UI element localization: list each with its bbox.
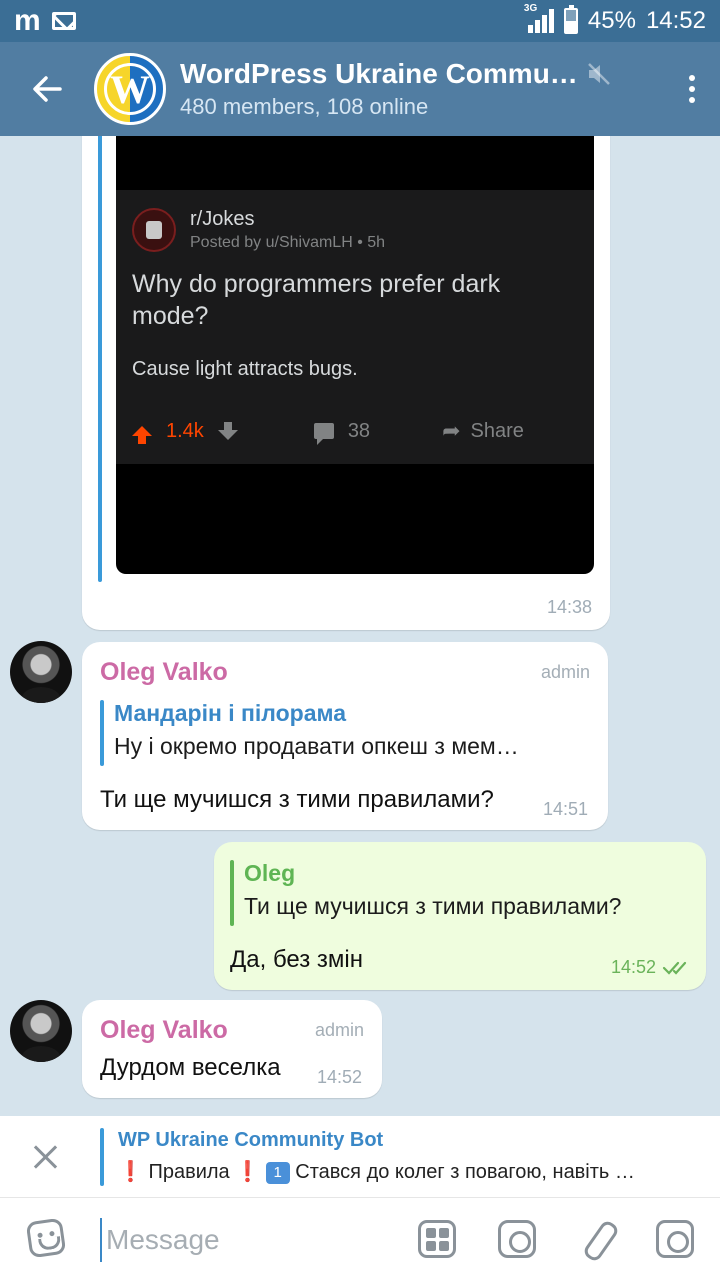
- group-avatar[interactable]: W: [94, 53, 166, 125]
- sticker-icon[interactable]: [25, 1217, 67, 1259]
- double-check-icon: [662, 961, 687, 975]
- back-button[interactable]: [0, 42, 94, 136]
- keycap-one-icon: 1: [265, 1161, 290, 1184]
- post-title: Why do programmers prefer dark mode?: [132, 270, 501, 330]
- chat-title: WordPress Ukraine Commu…: [180, 58, 578, 89]
- reply-sender: Oleg: [244, 860, 296, 886]
- message-time: 14:38: [546, 597, 592, 617]
- clock: 14:52: [645, 7, 706, 34]
- sender-name[interactable]: Oleg Valko: [100, 1016, 228, 1045]
- status-bar: m 3G 45% 14:52: [0, 0, 720, 42]
- admin-badge: admin: [540, 662, 590, 682]
- more-options-button[interactable]: [664, 42, 720, 136]
- pinned-rule-text: Стався до колег з повагою, навіть …: [295, 1161, 635, 1183]
- downvote-icon: [217, 422, 238, 440]
- reply-quote[interactable]: Oleg Ти ще мучишся з тими правилами?: [230, 860, 690, 926]
- share-label: Share: [470, 419, 524, 442]
- exclamation-icon: ❗: [118, 1161, 143, 1183]
- attach-icon[interactable]: [580, 1220, 618, 1258]
- upvote-count: 1.4k: [166, 419, 204, 442]
- mail-icon: [51, 12, 76, 30]
- post-body: Cause light attracts bugs.: [132, 358, 358, 380]
- message-text: Ти ще мучишся з тими правилами?: [100, 786, 494, 813]
- pinned-bar: [100, 1128, 104, 1186]
- reddit-screenshot[interactable]: r/Jokes Posted by u/ShivamLH • 5h Why do…: [116, 136, 594, 574]
- comment-icon: [313, 423, 334, 445]
- reply-text: Ти ще мучишся з тими правилами?: [244, 893, 622, 919]
- upvote-icon: [132, 426, 152, 444]
- subreddit-icon: [132, 208, 176, 252]
- camera-icon[interactable]: [498, 1220, 536, 1258]
- subreddit-name: r/Jokes: [190, 208, 255, 230]
- battery-level: 45%: [587, 7, 636, 34]
- reply-bar: [100, 700, 104, 766]
- chat-area[interactable]: r/Jokes Posted by u/ShivamLH • 5h Why do…: [0, 136, 720, 1116]
- incoming-message[interactable]: Oleg Valko admin Мандарін і пілорама Ну …: [82, 642, 608, 830]
- network-type: 3G: [523, 3, 538, 14]
- bot-commands-icon[interactable]: [418, 1220, 456, 1258]
- pinned-title: WP Ukraine Community Bot: [118, 1129, 384, 1151]
- pinned-rules-label: Правила: [148, 1161, 230, 1183]
- video-message-icon[interactable]: [656, 1220, 694, 1258]
- message-time: 14:52: [316, 1067, 362, 1087]
- avatar[interactable]: [10, 1000, 72, 1062]
- admin-badge: admin: [314, 1020, 364, 1040]
- pinned-message[interactable]: WP Ukraine Community Bot ❗ Правила ❗ 1 С…: [0, 1116, 720, 1198]
- image-message[interactable]: r/Jokes Posted by u/ShivamLH • 5h Why do…: [82, 136, 610, 630]
- back-arrow-icon: [33, 76, 62, 102]
- pinned-text: ❗ Правила ❗ 1 Стався до колег з повагою,…: [118, 1159, 693, 1184]
- reply-quote[interactable]: Мандарін і пілорама Ну і окремо продават…: [100, 700, 590, 766]
- chat-title-area[interactable]: WordPress Ukraine Commu… 480 members, 10…: [180, 58, 664, 120]
- dot-icon: [689, 86, 695, 92]
- message-input[interactable]: [100, 1218, 400, 1262]
- chat-header: W WordPress Ukraine Commu… 480 members, …: [0, 42, 720, 136]
- message-time: 14:52: [610, 957, 656, 977]
- comment-count: 38: [347, 419, 371, 442]
- share-icon: ➦: [442, 418, 461, 443]
- close-icon[interactable]: [28, 1140, 64, 1176]
- exclamation-icon: ❗: [235, 1161, 261, 1183]
- message-text: Да, без змін: [230, 946, 363, 973]
- outgoing-message[interactable]: Oleg Ти ще мучишся з тими правилами? Да,…: [214, 842, 706, 990]
- message-input-bar: [0, 1198, 720, 1280]
- wordpress-logo-icon: W: [104, 63, 156, 115]
- post-meta: Posted by u/ShivamLH • 5h: [190, 234, 386, 251]
- reply-sender: Мандарін і пілорама: [114, 700, 346, 726]
- message-time: 14:51: [542, 799, 588, 819]
- forward-bar: [98, 136, 102, 582]
- battery-icon: [563, 5, 578, 34]
- app-notification-icon: m: [14, 4, 41, 37]
- reddit-post: r/Jokes Posted by u/ShivamLH • 5h Why do…: [116, 190, 594, 464]
- dot-icon: [689, 75, 695, 81]
- sender-name[interactable]: Oleg Valko: [100, 658, 228, 687]
- reply-bar: [230, 860, 234, 926]
- chat-subtitle: 480 members, 108 online: [180, 94, 429, 119]
- mute-icon: [587, 63, 610, 85]
- incoming-message[interactable]: Oleg Valko admin Дурдом веселка 14:52: [82, 1000, 382, 1098]
- reply-text: Ну і окремо продавати опкеш з мем…: [114, 733, 519, 759]
- avatar[interactable]: [10, 641, 72, 703]
- post-actions: 1.4k 38 ➦ Share: [132, 416, 592, 446]
- dot-icon: [689, 97, 695, 103]
- signal-icon: 3G: [524, 3, 554, 33]
- message-text: Дурдом веселка: [100, 1054, 281, 1081]
